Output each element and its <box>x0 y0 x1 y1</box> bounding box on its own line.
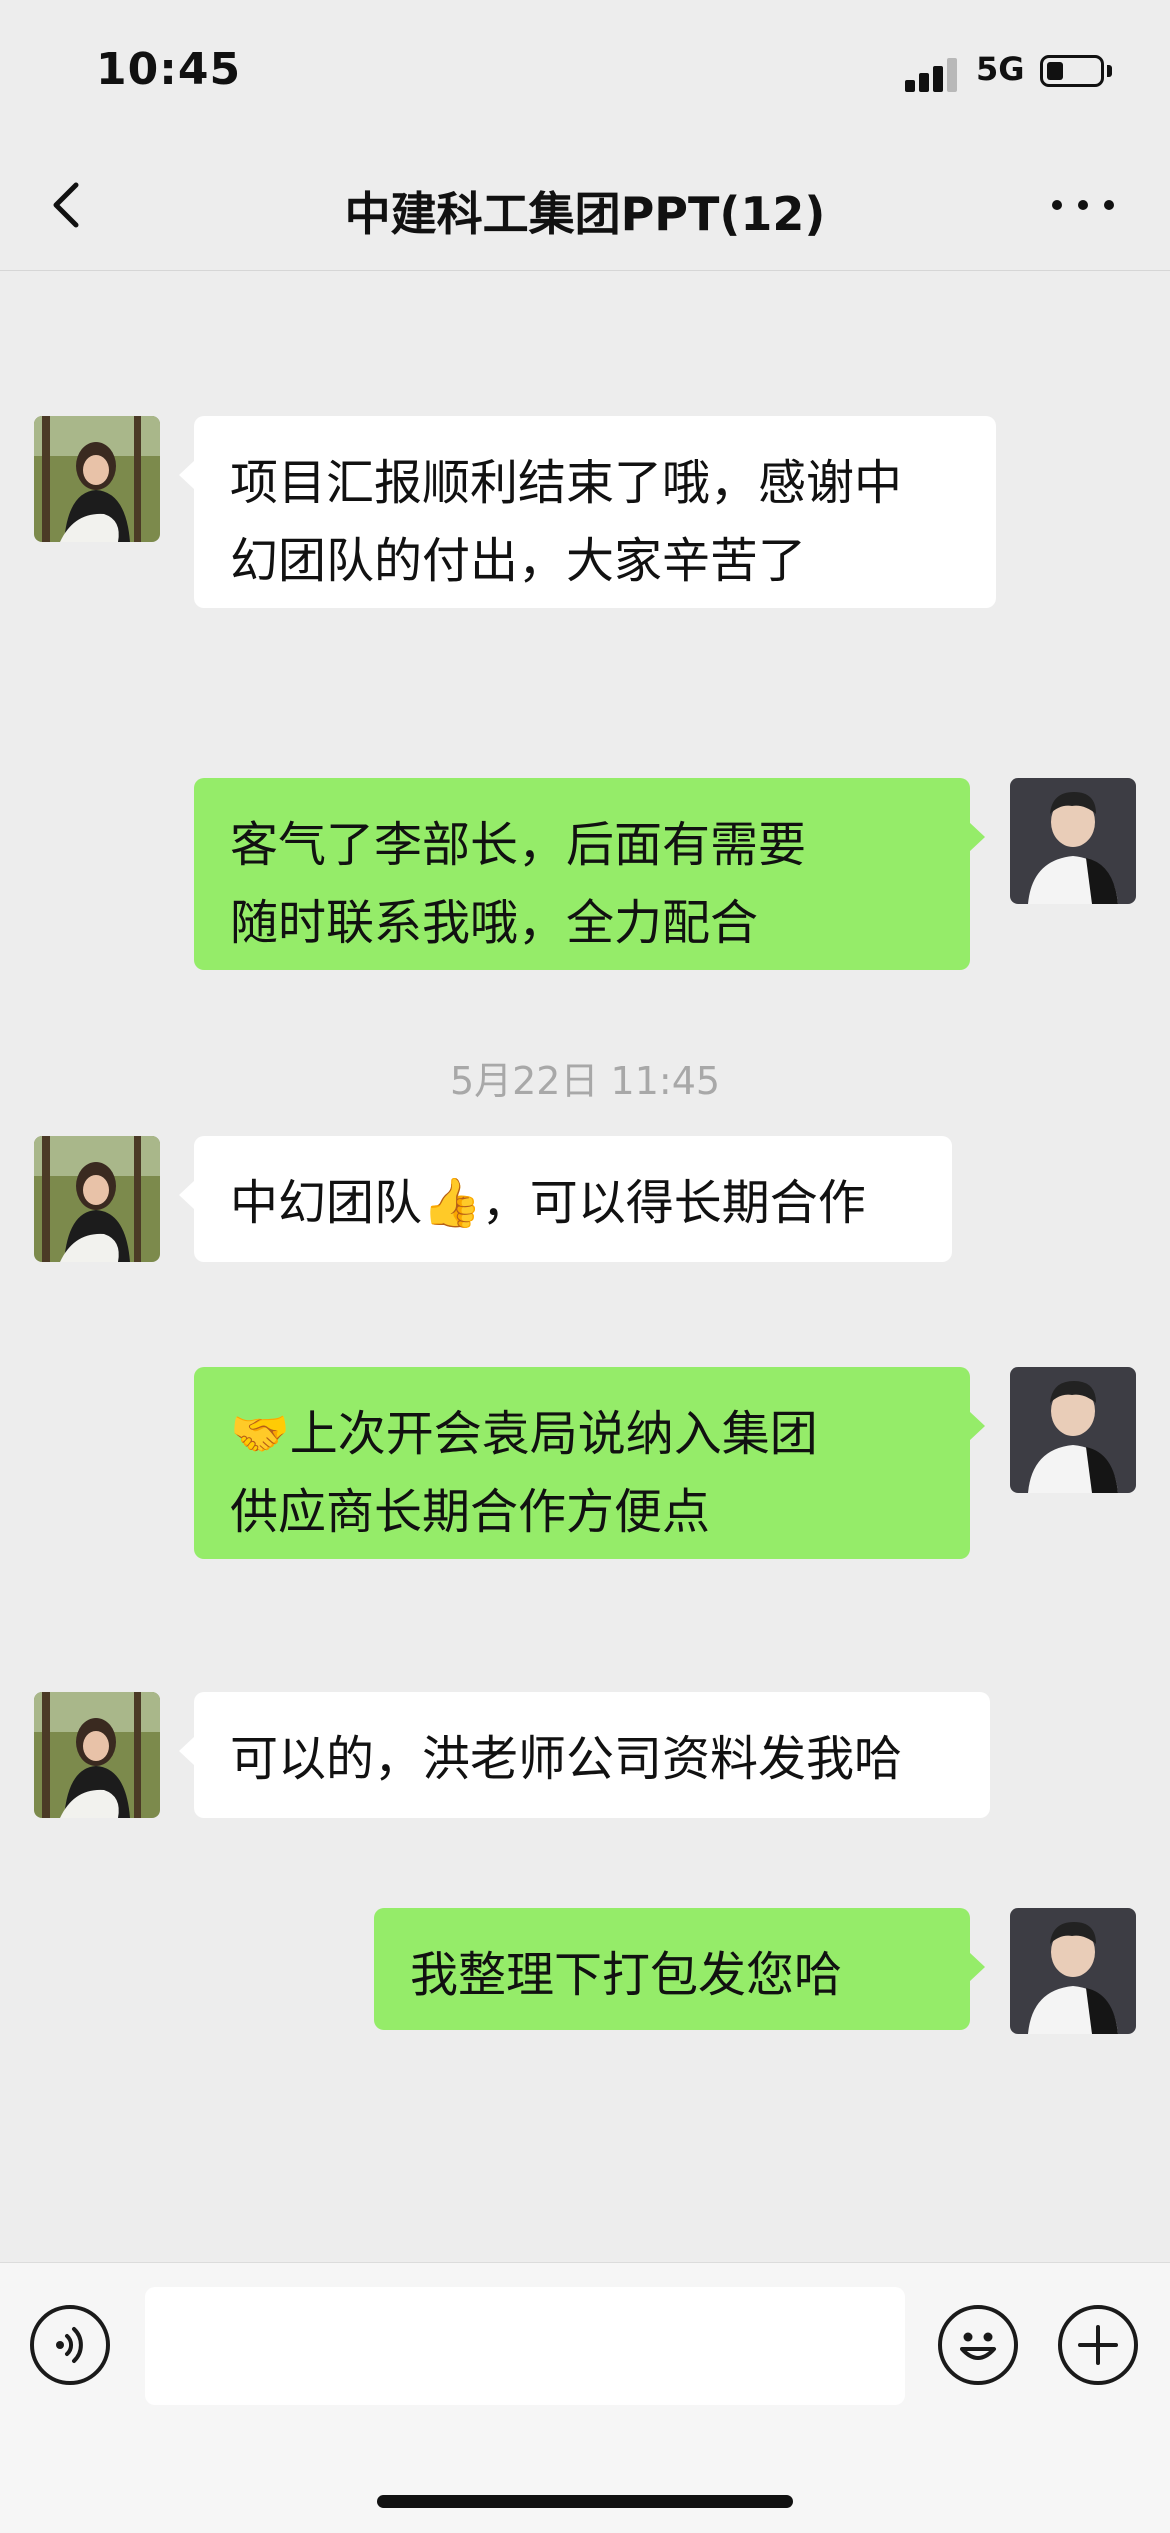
home-indicator <box>377 2495 793 2508</box>
message-timestamp: 5月22日 11:45 <box>449 1059 721 1103</box>
contact-avatar[interactable] <box>34 1136 160 1262</box>
contact-avatar[interactable] <box>34 416 160 542</box>
outgoing-message-bubble[interactable]: 🤝上次开会袁局说纳入集团 供应商长期合作方便点 <box>194 1367 985 1559</box>
incoming-message-bubble[interactable]: 中幻团队👍，可以得长期合作 <box>179 1136 952 1262</box>
plus-icon[interactable] <box>1058 2305 1138 2385</box>
self-avatar[interactable] <box>1010 1908 1136 2034</box>
outgoing-message-bubble[interactable]: 客气了李部长，后面有需要 随时联系我哦，全力配合 <box>194 778 985 970</box>
contact-avatar[interactable] <box>34 1692 160 1818</box>
more-dots-icon[interactable] <box>1052 194 1114 214</box>
voice-icon[interactable] <box>30 2305 110 2385</box>
self-avatar[interactable] <box>1010 778 1136 904</box>
signal-icon <box>905 58 961 92</box>
status-bar: 10:45 5G <box>0 0 1170 140</box>
self-avatar[interactable] <box>1010 1367 1136 1493</box>
chat-header: 中建科工集团PPT(12) <box>0 140 1170 271</box>
battery-tip <box>1107 65 1112 77</box>
emoji-smile-icon[interactable] <box>938 2305 1018 2385</box>
outgoing-message-bubble[interactable]: 我整理下打包发您哈 <box>374 1908 985 2030</box>
message-input[interactable] <box>145 2287 905 2405</box>
battery-icon <box>1040 55 1104 87</box>
incoming-message-bubble[interactable]: 项目汇报顺利结束了哦，感谢中 幻团队的付出，大家辛苦了 <box>179 416 996 608</box>
input-bar <box>0 2262 1170 2533</box>
status-time: 10:45 <box>96 44 242 95</box>
chat-title: 中建科工集团PPT(12) <box>344 187 826 241</box>
incoming-message-bubble[interactable]: 可以的，洪老师公司资料发我哈 <box>179 1692 990 1818</box>
network-type: 5G <box>976 50 1025 88</box>
